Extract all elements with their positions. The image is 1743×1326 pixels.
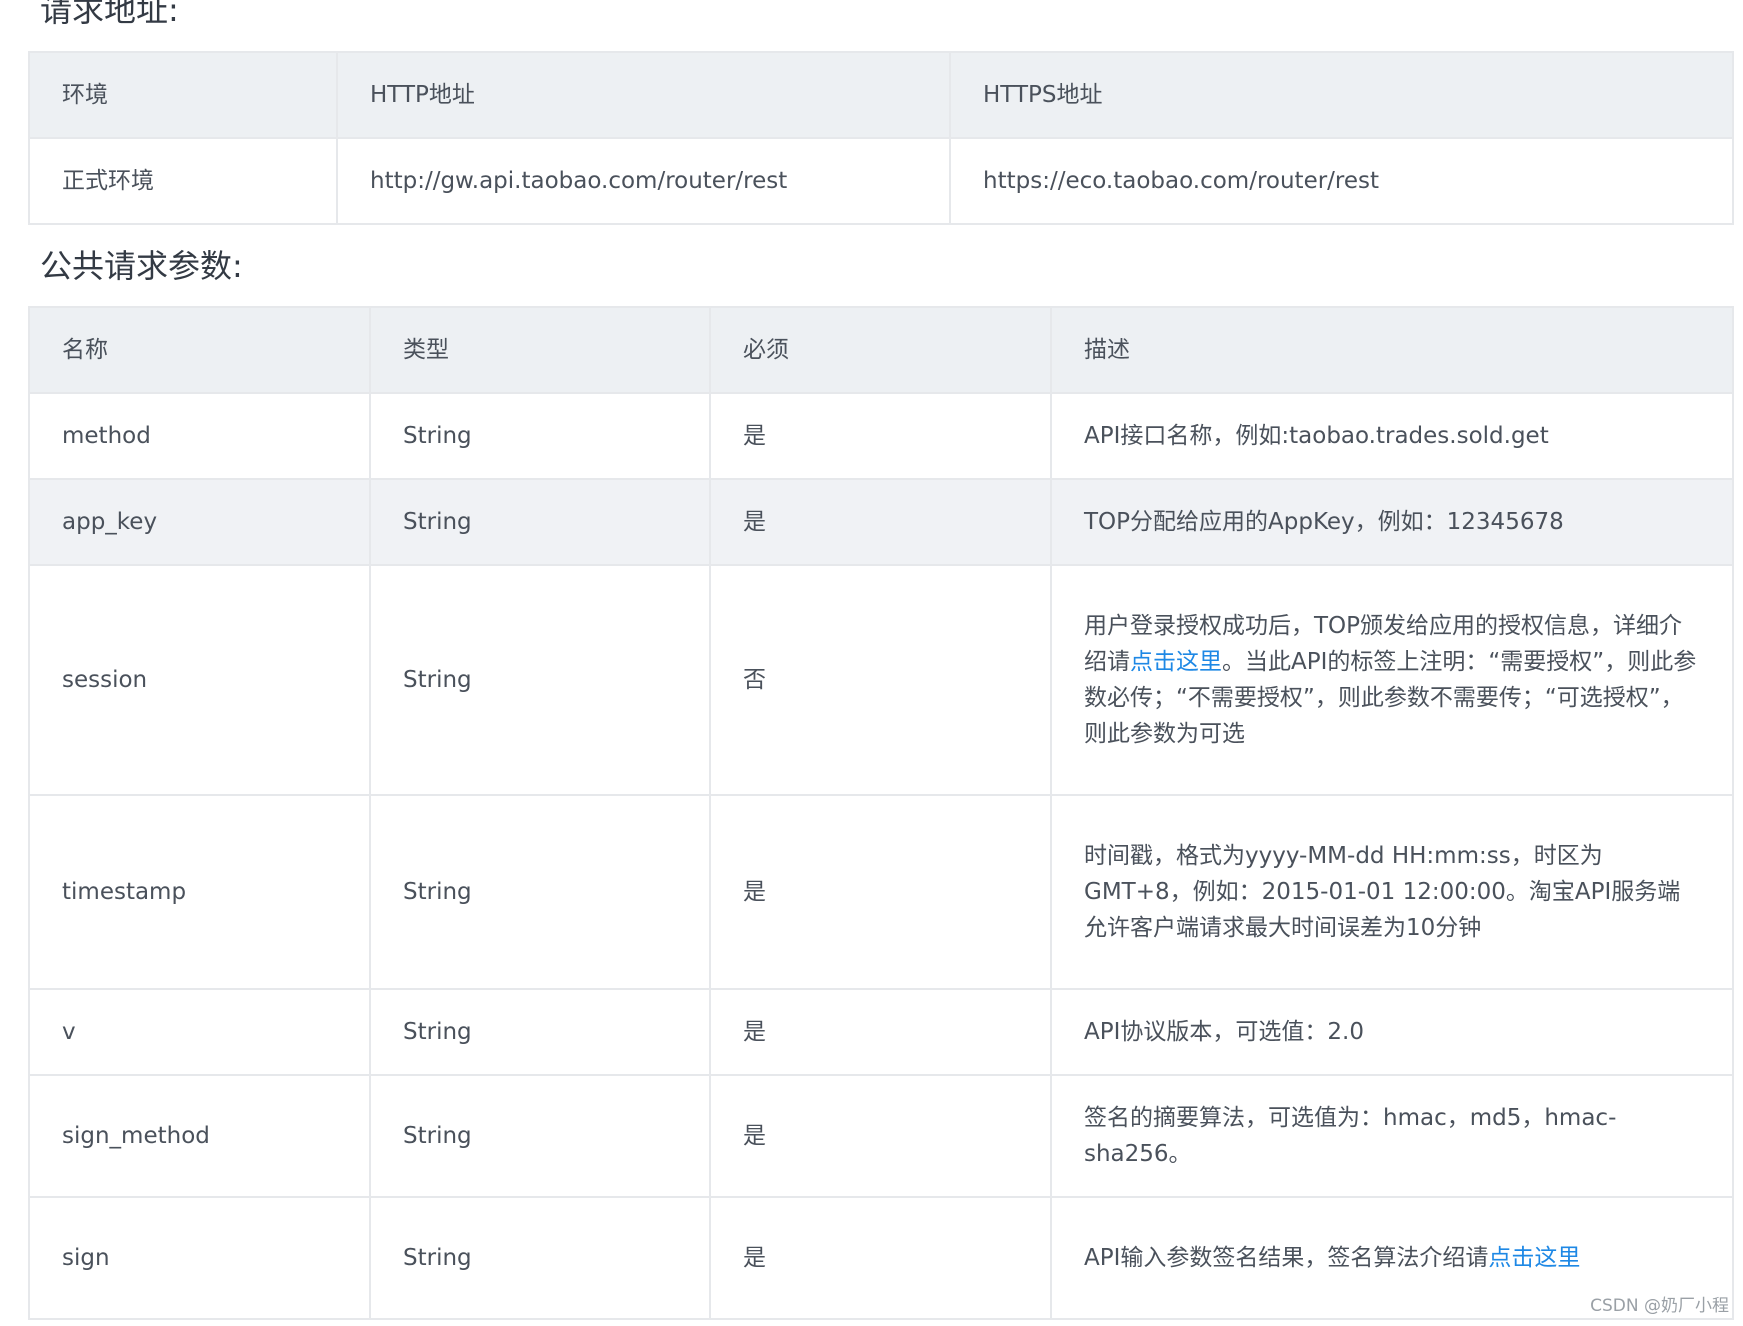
param-name: sign [28, 1196, 371, 1320]
param-type: String [369, 1196, 711, 1320]
table-row: sign String 是 API输入参数签名结果，签名算法介绍请点击这里 [28, 1196, 1734, 1320]
param-type: String [369, 392, 711, 480]
params-table: 名称 类型 必须 描述 method String 是 API接口名称，例如:t… [28, 306, 1734, 1320]
param-required: 是 [709, 392, 1052, 480]
param-required: 否 [709, 564, 1052, 796]
click-here-link[interactable]: 点击这里 [1130, 649, 1222, 675]
param-type: String [369, 988, 711, 1076]
param-description: 时间戳，格式为yyyy-MM-dd HH:mm:ss，时区为GMT+8，例如：2… [1050, 794, 1734, 990]
param-type: String [369, 794, 711, 990]
env-cell: 正式环境 [28, 137, 338, 225]
param-required: 是 [709, 794, 1052, 990]
http-url-cell: http://gw.api.taobao.com/router/rest [336, 137, 951, 225]
common-params-heading: 公共请求参数: [40, 247, 243, 285]
param-name: app_key [28, 478, 371, 566]
desc-text: API输入参数签名结果，签名算法介绍请 [1084, 1245, 1489, 1271]
param-required: 是 [709, 478, 1052, 566]
params-table-header: 名称 类型 必须 描述 [28, 306, 1734, 394]
param-required: 是 [709, 1074, 1052, 1198]
param-description: API协议版本，可选值：2.0 [1050, 988, 1734, 1076]
table-row: app_key String 是 TOP分配给应用的AppKey，例如：1234… [28, 478, 1734, 566]
watermark: CSDN @奶厂小程 [1590, 1296, 1729, 1316]
address-table-header: 环境 HTTP地址 HTTPS地址 [28, 51, 1734, 139]
table-row: timestamp String 是 时间戳，格式为yyyy-MM-dd HH:… [28, 794, 1734, 990]
param-name: session [28, 564, 371, 796]
param-name: method [28, 392, 371, 480]
param-name: timestamp [28, 794, 371, 990]
param-type: String [369, 1074, 711, 1198]
https-url-cell: https://eco.taobao.com/router/rest [949, 137, 1734, 225]
header-type: 类型 [369, 306, 711, 394]
table-row: 正式环境 http://gw.api.taobao.com/router/res… [28, 137, 1734, 225]
param-required: 是 [709, 1196, 1052, 1320]
header-required: 必须 [709, 306, 1052, 394]
param-description: 用户登录授权成功后，TOP颁发给应用的授权信息，详细介绍请点击这里。当此API的… [1050, 564, 1734, 796]
param-type: String [369, 564, 711, 796]
param-name: v [28, 988, 371, 1076]
header-https-address: HTTPS地址 [949, 51, 1734, 139]
header-http-address: HTTP地址 [336, 51, 951, 139]
param-description: TOP分配给应用的AppKey，例如：12345678 [1050, 478, 1734, 566]
param-name: sign_method [28, 1074, 371, 1198]
header-env: 环境 [28, 51, 338, 139]
param-type: String [369, 478, 711, 566]
param-description: 签名的摘要算法，可选值为：hmac，md5，hmac-sha256。 [1050, 1074, 1734, 1198]
table-row: v String 是 API协议版本，可选值：2.0 [28, 988, 1734, 1076]
request-address-heading: 请求地址: [40, 0, 179, 29]
param-description: API接口名称，例如:taobao.trades.sold.get [1050, 392, 1734, 480]
header-name: 名称 [28, 306, 371, 394]
click-here-link[interactable]: 点击这里 [1488, 1245, 1580, 1271]
table-row: sign_method String 是 签名的摘要算法，可选值为：hmac，m… [28, 1074, 1734, 1198]
address-table: 环境 HTTP地址 HTTPS地址 正式环境 http://gw.api.tao… [28, 51, 1734, 225]
param-required: 是 [709, 988, 1052, 1076]
table-row: session String 否 用户登录授权成功后，TOP颁发给应用的授权信息… [28, 564, 1734, 796]
table-row: method String 是 API接口名称，例如:taobao.trades… [28, 392, 1734, 480]
header-description: 描述 [1050, 306, 1734, 394]
